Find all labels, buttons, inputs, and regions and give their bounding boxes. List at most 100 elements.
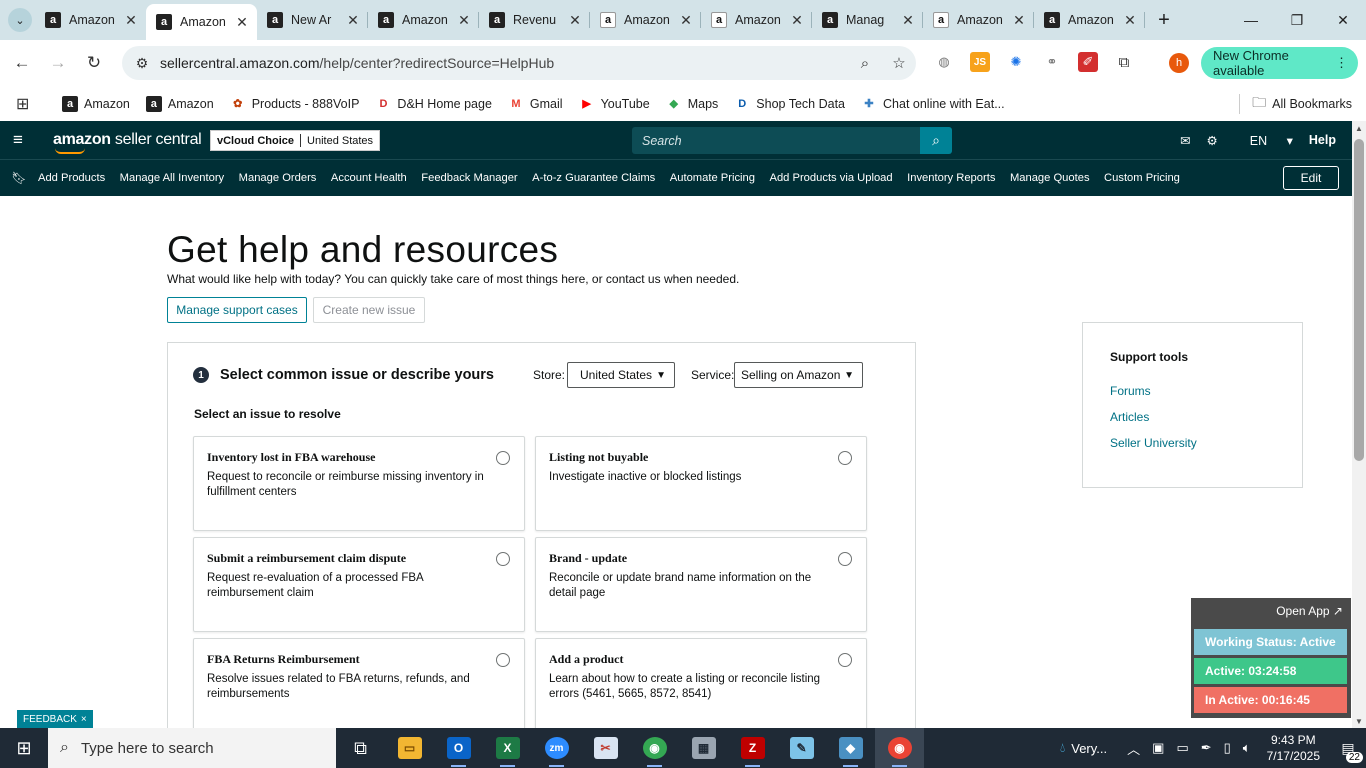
- nav-link[interactable]: Account Health: [331, 172, 407, 184]
- zoom-icon[interactable]: ⌕: [848, 55, 882, 72]
- close-tab-icon[interactable]: ✕: [901, 12, 915, 29]
- browser-tab[interactable]: a New Ar ✕: [257, 0, 368, 40]
- restore-button[interactable]: ❐: [1274, 0, 1320, 40]
- task-view-icon[interactable]: ⧉: [336, 728, 385, 768]
- browser-tab[interactable]: a Amazon ✕: [1034, 0, 1145, 40]
- pen-icon[interactable]: ✒: [1201, 740, 1212, 756]
- puzzle-extensions-icon[interactable]: ⧉: [1114, 52, 1134, 72]
- compass-extension-icon[interactable]: ✺: [1006, 52, 1026, 72]
- bookmark-star-icon[interactable]: ☆: [882, 54, 916, 72]
- apps-grid-icon[interactable]: ⊞: [16, 94, 42, 114]
- forward-button[interactable]: →: [40, 45, 76, 81]
- close-tab-icon[interactable]: ✕: [790, 12, 804, 29]
- notepad-icon[interactable]: ✎: [777, 728, 826, 768]
- scrollbar-thumb[interactable]: [1354, 139, 1364, 461]
- bookmark-item[interactable]: a Amazon: [145, 95, 214, 112]
- nav-link[interactable]: Custom Pricing: [1104, 172, 1180, 184]
- issue-radio[interactable]: [496, 552, 510, 566]
- issue-radio[interactable]: [838, 653, 852, 667]
- create-new-issue-button[interactable]: Create new issue: [313, 297, 425, 323]
- windows-start-icon[interactable]: ⊞: [0, 728, 48, 768]
- seller-central-logo[interactable]: amazon seller central: [53, 131, 202, 154]
- help-link[interactable]: Help: [1309, 133, 1336, 147]
- bookmark-item[interactable]: D D&H Home page: [375, 96, 491, 112]
- page-scrollbar[interactable]: ▲ ▼: [1352, 121, 1366, 728]
- browser-tab[interactable]: a Amazon ✕: [146, 4, 257, 40]
- taskbar-search[interactable]: ⌕ Type here to search: [48, 728, 336, 768]
- reload-button[interactable]: ↻: [76, 45, 112, 81]
- minimize-button[interactable]: —: [1228, 0, 1274, 40]
- store-select[interactable]: United States ▼: [567, 362, 675, 388]
- language-selector[interactable]: EN ▾: [1234, 133, 1293, 148]
- issue-radio[interactable]: [496, 451, 510, 465]
- issue-radio[interactable]: [838, 451, 852, 465]
- gear-icon[interactable]: ⚙: [1207, 133, 1218, 148]
- profile-avatar[interactable]: h: [1169, 53, 1189, 73]
- feedback-tab[interactable]: FEEDBACK ×: [17, 710, 93, 728]
- address-bar[interactable]: ⚙ sellercentral.amazon.com/help/center?r…: [122, 46, 916, 80]
- site-settings-icon[interactable]: ⚙: [126, 55, 158, 72]
- bookmark-item[interactable]: ✚ Chat online with Eat...: [861, 96, 1004, 112]
- support-link-seller-university[interactable]: Seller University: [1110, 436, 1275, 450]
- nav-link[interactable]: Add Products: [38, 172, 105, 184]
- bookmark-item[interactable]: a Amazon: [62, 95, 130, 112]
- support-link-forums[interactable]: Forums: [1110, 384, 1275, 398]
- new-chrome-available-button[interactable]: New Chrome available ⋮: [1201, 47, 1358, 79]
- issue-card[interactable]: Inventory lost in FBA warehouse Request t…: [193, 436, 525, 531]
- close-tab-icon[interactable]: ✕: [568, 12, 582, 29]
- issue-radio[interactable]: [496, 653, 510, 667]
- browser-tab[interactable]: a Amazon ✕: [35, 0, 146, 40]
- chrome-icon[interactable]: ◉: [630, 728, 679, 768]
- notifications-icon[interactable]: ▤ 22: [1330, 740, 1366, 763]
- issue-card[interactable]: FBA Returns Reimbursement Resolve issues …: [193, 638, 525, 733]
- nav-link[interactable]: Inventory Reports: [907, 172, 995, 184]
- url-text[interactable]: sellercentral.amazon.com/help/center?red…: [158, 55, 848, 71]
- clock[interactable]: 9:43 PM 7/17/2025: [1267, 732, 1320, 764]
- mail-icon[interactable]: ✉: [1180, 133, 1190, 148]
- new-tab-button[interactable]: +: [1149, 9, 1179, 32]
- close-tab-icon[interactable]: ✕: [124, 12, 138, 29]
- issue-card[interactable]: Brand - update Reconcile or update brand …: [535, 537, 867, 632]
- nav-link[interactable]: Add Products via Upload: [769, 172, 892, 184]
- excel-icon[interactable]: X: [483, 728, 532, 768]
- nav-link[interactable]: A-to-z Guarantee Claims: [532, 172, 655, 184]
- hamburger-menu-icon[interactable]: ≡: [0, 130, 36, 150]
- close-tab-icon[interactable]: ✕: [1012, 12, 1026, 29]
- close-tab-icon[interactable]: ✕: [1123, 12, 1137, 29]
- file-explorer-icon[interactable]: ▭: [385, 728, 434, 768]
- scroll-up-icon[interactable]: ▲: [1352, 121, 1366, 135]
- support-link-articles[interactable]: Articles: [1110, 410, 1275, 424]
- filezilla-icon[interactable]: Z: [728, 728, 777, 768]
- snip-tool-icon[interactable]: ✂: [581, 728, 630, 768]
- nav-link[interactable]: Manage Quotes: [1010, 172, 1090, 184]
- chevron-up-icon[interactable]: ︿: [1127, 739, 1140, 758]
- browser-tab[interactable]: a Amazon ✕: [368, 0, 479, 40]
- zoom-icon[interactable]: zm: [532, 728, 581, 768]
- all-bookmarks-button[interactable]: 🗀 All Bookmarks: [1239, 86, 1352, 121]
- bookmark-item[interactable]: M Gmail: [508, 96, 562, 112]
- close-window-button[interactable]: ✕: [1320, 0, 1366, 40]
- volume-icon[interactable]: 🔈︎: [1243, 740, 1251, 756]
- chrome-active-icon[interactable]: ◉: [875, 728, 924, 768]
- manage-support-cases-button[interactable]: Manage support cases: [167, 297, 307, 323]
- app-icon[interactable]: ◆: [826, 728, 875, 768]
- edit-nav-button[interactable]: Edit: [1283, 166, 1339, 190]
- seller-search-input[interactable]: Search: [632, 127, 920, 154]
- close-tab-icon[interactable]: ✕: [235, 14, 249, 31]
- account-switcher[interactable]: vCloud Choice United States: [210, 130, 381, 151]
- pdf-extension-icon[interactable]: ✐: [1078, 52, 1098, 72]
- bookmark-item[interactable]: ◆ Maps: [666, 96, 718, 112]
- issue-card[interactable]: Listing not buyable Investigate inactive …: [535, 436, 867, 531]
- weather-label[interactable]: Very...: [1071, 741, 1107, 756]
- close-tab-icon[interactable]: ✕: [346, 12, 360, 29]
- bookmark-item[interactable]: ▶ YouTube: [579, 96, 649, 112]
- tab-search-button[interactable]: ⌄: [5, 6, 35, 34]
- issue-card[interactable]: Add a product Learn about how to create a…: [535, 638, 867, 733]
- outlook-icon[interactable]: O: [434, 728, 483, 768]
- calculator-icon[interactable]: ▦: [679, 728, 728, 768]
- browser-tab[interactable]: a Manag ✕: [812, 0, 923, 40]
- bookmark-pin-icon[interactable]: 🔖︎: [0, 171, 38, 185]
- close-icon[interactable]: ×: [81, 714, 87, 725]
- weather-icon[interactable]: 💧︎: [1060, 740, 1065, 756]
- browser-tab[interactable]: a Amazon ✕: [701, 0, 812, 40]
